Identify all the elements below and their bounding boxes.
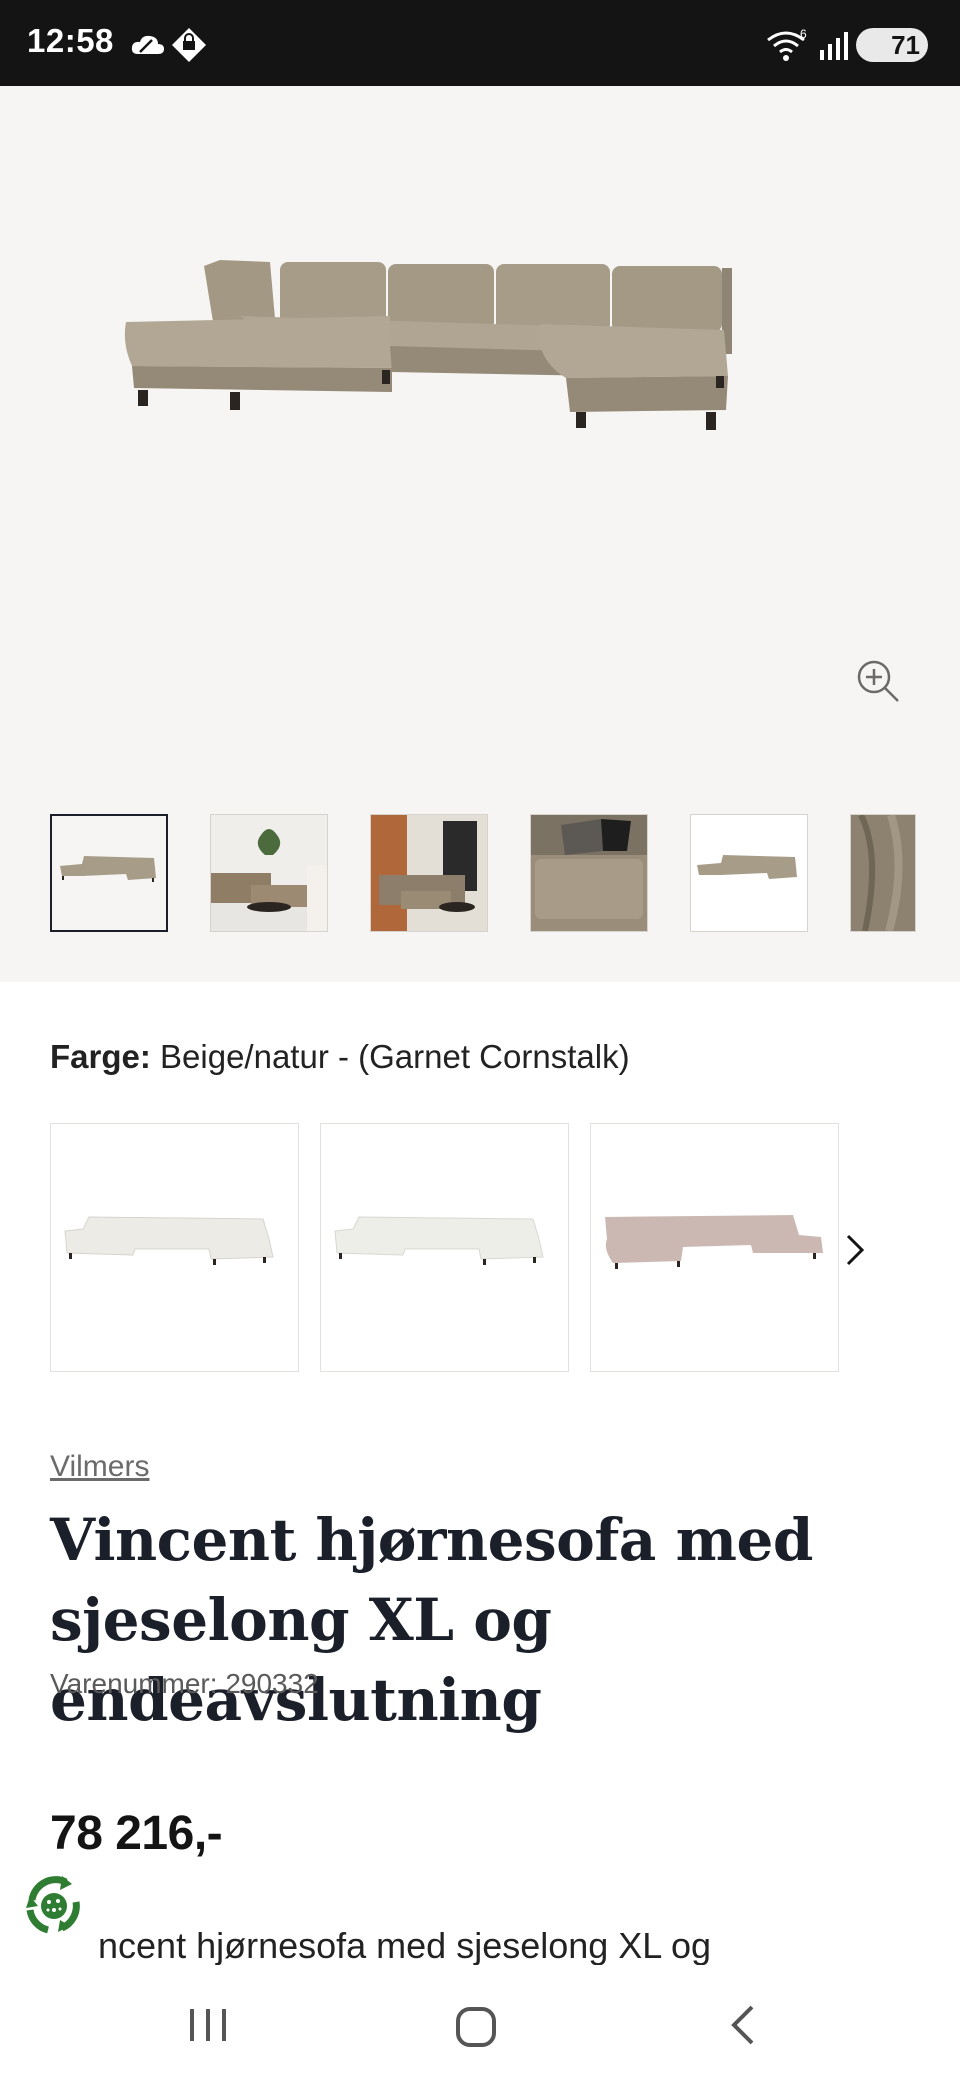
recent-apps-icon[interactable]	[186, 2005, 230, 2045]
color-variant-white[interactable]	[50, 1123, 299, 1372]
brand-link[interactable]: Vilmers	[50, 1450, 149, 1484]
thumb-scene-image	[371, 815, 487, 931]
thumb-sofa-image	[691, 815, 807, 931]
system-navigation-bar	[0, 1975, 960, 2080]
color-value: Beige/natur - (Garnet Cornstalk)	[160, 1038, 630, 1075]
cloud-icon	[131, 35, 164, 54]
thumbnail-sofa-top-view[interactable]	[690, 814, 808, 932]
color-variant-offwhite[interactable]	[320, 1123, 569, 1372]
variant-sofa-image	[605, 1215, 823, 1269]
battery-level: 71	[891, 29, 920, 60]
signal-icon	[820, 32, 848, 60]
product-sku: Varenummer: 290332	[50, 1668, 319, 1699]
vpn-shield-icon	[172, 28, 206, 62]
home-icon[interactable]	[454, 2005, 498, 2049]
chevron-right-icon[interactable]	[838, 1230, 872, 1270]
product-main-image[interactable]	[120, 226, 832, 516]
description-preview: ncent hjørnesofa med sjeselong XL og	[98, 1925, 712, 1965]
thumbnail-living-room-scene-1[interactable]	[210, 814, 328, 932]
variant-sofa-image	[64, 1216, 274, 1265]
color-label: Farge:	[50, 1038, 151, 1075]
status-bar: 12:58 6 71	[0, 0, 960, 86]
product-title: Vincent hjørnesofa med sjeselong XL og e…	[50, 1506, 813, 1734]
back-icon[interactable]	[728, 2003, 758, 2047]
color-selection-label: Farge: Beige/natur - (Garnet Cornstalk)	[50, 1038, 630, 1076]
wifi-icon: 6	[767, 28, 807, 61]
recycle-icon[interactable]	[18, 1870, 90, 1942]
status-time: 12:58	[27, 22, 114, 59]
thumbnail-chaise-cushion-closeup[interactable]	[530, 814, 648, 932]
product-gallery	[0, 86, 960, 982]
thumbnail-living-room-scene-2[interactable]	[370, 814, 488, 932]
thumb-sofa-image	[52, 816, 166, 930]
variant-sofa-image	[334, 1216, 544, 1265]
thumb-scene-image	[211, 815, 327, 931]
battery-indicator: 71	[856, 28, 928, 62]
thumbnail-sofa-front-view[interactable]	[50, 814, 168, 932]
thumb-closeup-image	[531, 815, 647, 931]
zoom-in-icon[interactable]	[856, 659, 902, 705]
svg-text:6: 6	[800, 28, 807, 41]
thumb-fabric-image	[851, 815, 915, 931]
product-price: 78 216,-	[50, 1807, 223, 1860]
color-variant-pink-beige[interactable]	[590, 1123, 839, 1372]
thumbnail-fabric-texture[interactable]	[850, 814, 916, 932]
